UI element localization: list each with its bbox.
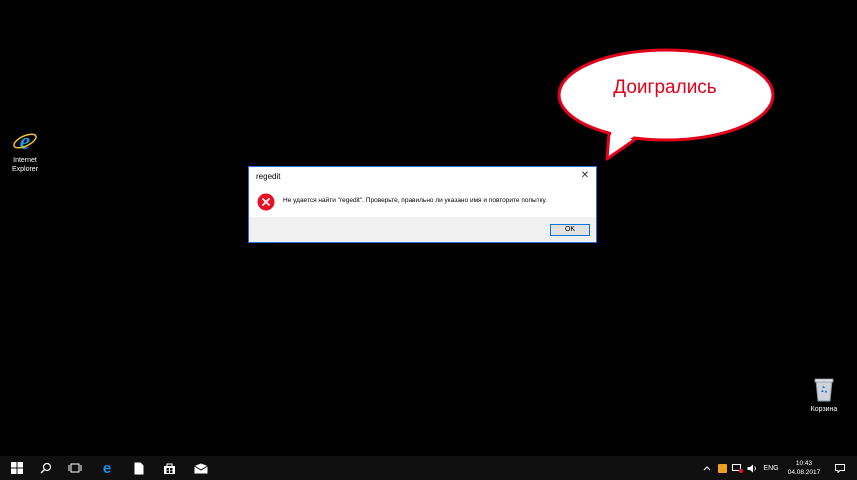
edge-icon: e — [103, 461, 111, 475]
desktop: e Internet Explorer Корзина Доигрались r… — [0, 0, 857, 480]
dialog-title: regedit — [256, 172, 281, 181]
search-button[interactable] — [31, 456, 61, 480]
taskbar: e ENG 10:43 04.08.2017 — [0, 456, 857, 480]
dialog-footer: OK — [249, 217, 596, 242]
notifications-icon — [835, 463, 845, 473]
desktop-icon-recycle-bin[interactable]: Корзина — [802, 375, 846, 414]
error-icon — [257, 193, 275, 211]
start-button[interactable] — [2, 456, 32, 480]
desktop-icon-label: Explorer — [11, 166, 39, 173]
mail-button[interactable] — [186, 456, 216, 480]
chevron-up-icon — [703, 466, 711, 471]
svg-text:e: e — [103, 461, 111, 475]
tray-chevron-button[interactable] — [700, 456, 714, 480]
edge-button[interactable]: e — [92, 456, 122, 480]
file-button[interactable] — [124, 456, 154, 480]
start-icon — [11, 462, 23, 474]
notifications-button[interactable] — [830, 456, 850, 480]
dialog-message: Не удается найти "regedit". Проверьте, п… — [283, 197, 547, 204]
ok-button[interactable]: OK — [550, 224, 590, 236]
desktop-icon-label: Корзина — [810, 406, 838, 413]
clock[interactable]: 10:43 04.08.2017 — [784, 459, 824, 477]
task-view-button[interactable] — [60, 456, 90, 480]
store-icon — [163, 463, 175, 474]
dialog-body: Не удается найти "regedit". Проверьте, п… — [249, 187, 596, 217]
speech-bubble — [557, 48, 775, 161]
search-icon — [40, 462, 52, 474]
mail-icon — [194, 463, 208, 473]
language-label: ENG — [763, 464, 779, 472]
task-view-icon — [68, 463, 82, 473]
language-indicator[interactable]: ENG — [760, 456, 782, 480]
tray-app-button[interactable] — [716, 456, 728, 480]
speech-bubble-text: Доигрались — [613, 77, 717, 98]
recycle-bin-icon — [814, 378, 834, 402]
file-icon — [134, 462, 144, 474]
network-button[interactable] — [730, 456, 744, 480]
network-icon — [731, 463, 743, 473]
error-dialog: regedit ✕ Не удается найти "regedit". Пр… — [248, 166, 597, 243]
clock-time: 10:43 — [795, 460, 813, 467]
internet-explorer-icon: e — [13, 129, 37, 154]
store-button[interactable] — [154, 456, 184, 480]
desktop-icon-internet-explorer[interactable]: e Internet Explorer — [3, 128, 47, 174]
clock-date: 04.08.2017 — [787, 469, 821, 476]
svg-text:e: e — [20, 129, 31, 154]
tray-app-icon — [717, 463, 727, 473]
volume-icon — [747, 464, 756, 472]
dialog-titlebar[interactable]: regedit ✕ — [249, 167, 596, 187]
volume-button[interactable] — [746, 456, 758, 480]
desktop-icon-label: Internet — [13, 157, 37, 164]
close-button[interactable]: ✕ — [574, 167, 596, 185]
